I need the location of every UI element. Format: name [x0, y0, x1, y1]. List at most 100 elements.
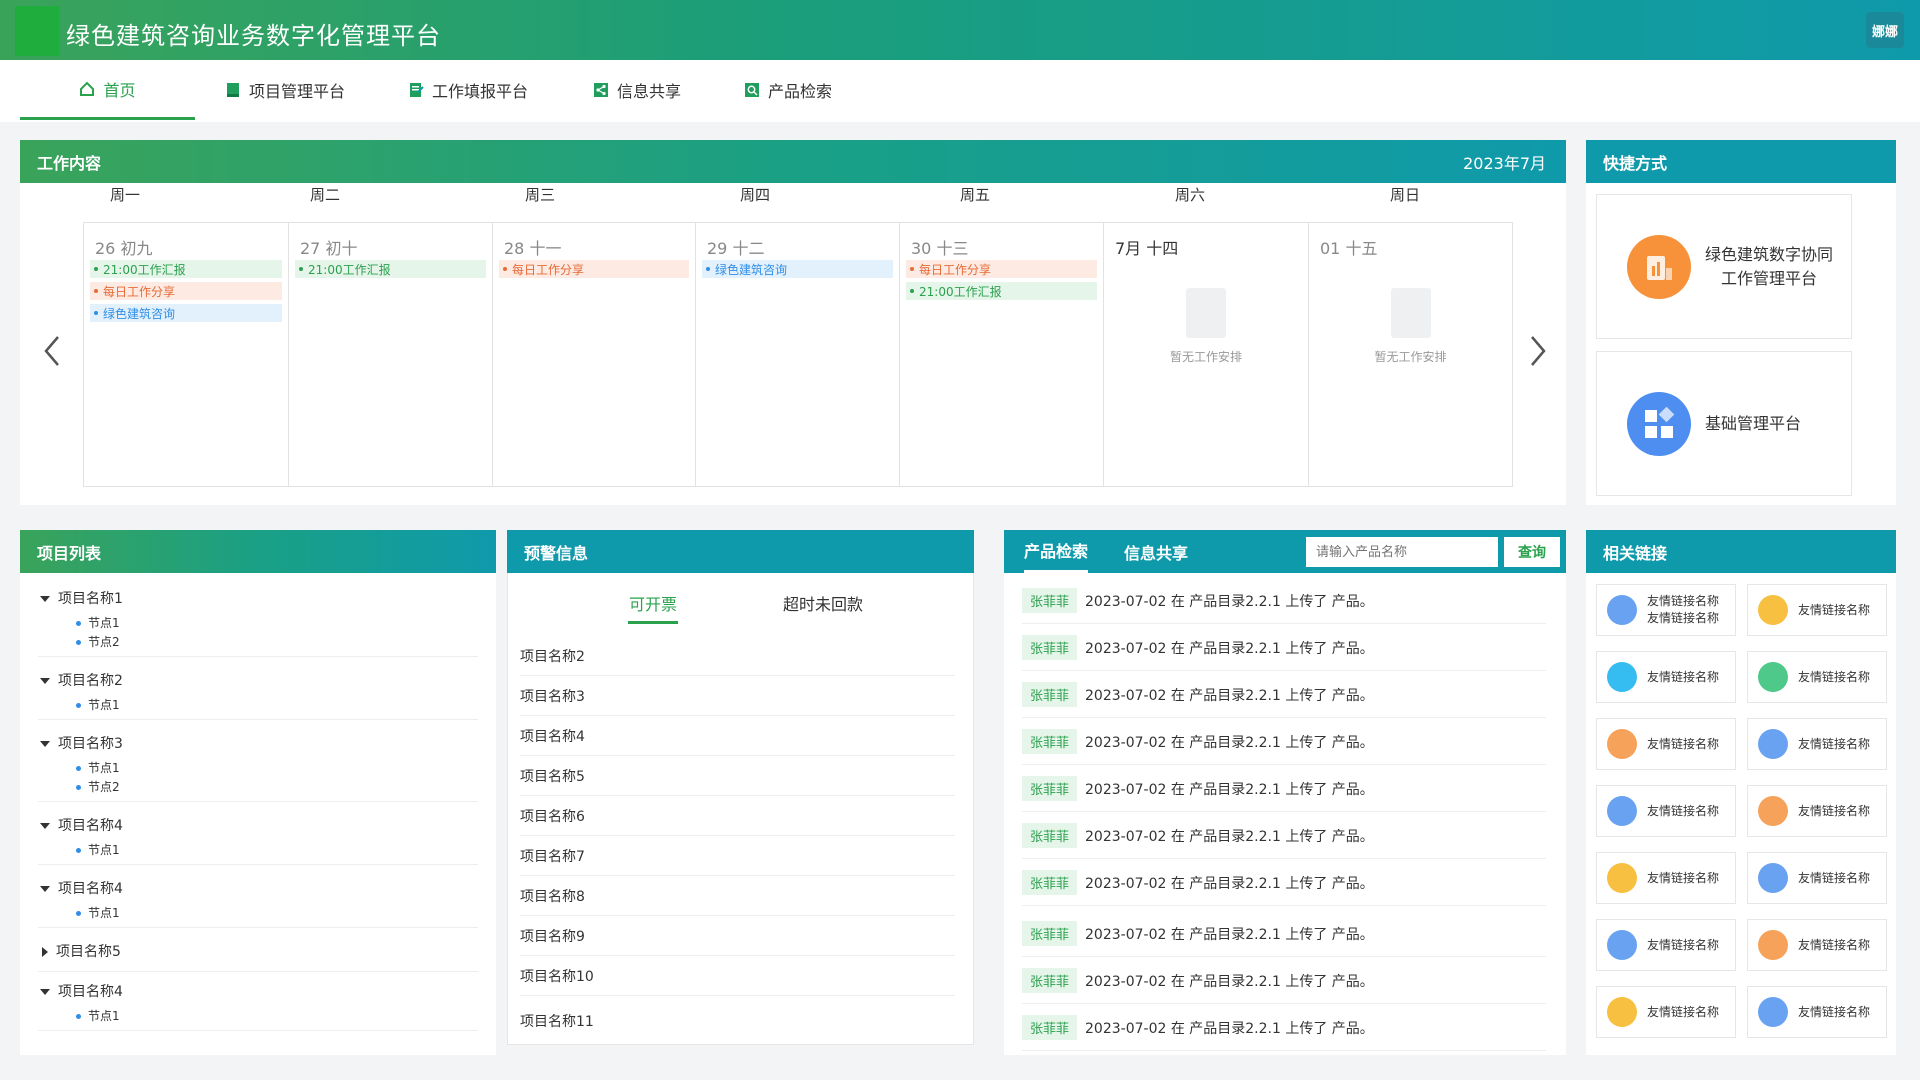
empty-text: 暂无工作安排 — [1374, 350, 1447, 364]
warning-row[interactable]: 项目名称8 — [520, 876, 955, 916]
link-label: 友情链接名称 — [1798, 1004, 1871, 1019]
tree-project-item[interactable]: 项目名称5 — [40, 941, 121, 961]
product-log-row[interactable]: 张菲菲 2023-07-02 在 产品目录2.2.1 上传了 产品。 — [1022, 958, 1546, 1004]
tree-node-item[interactable]: 节点1 — [76, 696, 120, 713]
related-link-card[interactable]: 友情链接名称 — [1747, 852, 1887, 904]
tree-project-label: 项目名称1 — [58, 591, 123, 607]
nav-work-report[interactable]: 工作填报平台 — [408, 60, 528, 120]
related-link-card[interactable]: 友情链接名称 — [1596, 986, 1736, 1038]
product-log-row[interactable]: 张菲菲 2023-07-02 在 产品目录2.2.1 上传了 产品。 — [1022, 578, 1546, 624]
tab-info-share[interactable]: 信息共享 — [1124, 530, 1188, 573]
nav-info-share[interactable]: 信息共享 — [593, 60, 681, 120]
tree-project-label: 项目名称5 — [56, 944, 121, 960]
shortcut-label: 绿色建筑数字协同 — [1705, 244, 1834, 264]
user-tag: 张菲菲 — [1022, 588, 1078, 613]
warning-row[interactable]: 项目名称7 — [520, 836, 955, 876]
product-log-row[interactable]: 张菲菲 2023-07-02 在 产品目录2.2.1 上传了 产品。 — [1022, 625, 1546, 671]
related-link-card[interactable]: 友情链接名称 — [1596, 852, 1736, 904]
tree-project-item[interactable]: 项目名称1 — [40, 588, 123, 608]
tree-project-item[interactable]: 项目名称3 — [40, 733, 123, 753]
tree-project-item[interactable]: 项目名称4 — [40, 878, 123, 898]
next-week-button[interactable] — [1528, 334, 1548, 377]
related-links-panel: 相关链接 友情链接名称友情链接名称 友情链接名称 友情链接名称 友情链接名称 友情链接名… — [1586, 530, 1896, 1055]
empty-document-icon — [1186, 288, 1226, 338]
caret-down-icon[interactable] — [40, 989, 50, 995]
product-log-row[interactable]: 张菲菲 2023-07-02 在 产品目录2.2.1 上传了 产品。 — [1022, 1005, 1546, 1051]
calendar-event[interactable]: 21:00工作汇报 — [906, 282, 1097, 300]
product-log-row[interactable]: 张菲菲 2023-07-02 在 产品目录2.2.1 上传了 产品。 — [1022, 813, 1546, 859]
product-log-row[interactable]: 张菲菲 2023-07-02 在 产品目录2.2.1 上传了 产品。 — [1022, 860, 1546, 906]
warning-row[interactable]: 项目名称5 — [520, 756, 955, 796]
shortcut-base-platform[interactable]: 基础管理平台 — [1596, 351, 1852, 496]
related-link-card[interactable]: 友情链接名称 — [1596, 785, 1736, 837]
related-link-card[interactable]: 友情链接名称 — [1596, 718, 1736, 770]
calendar-event[interactable]: 21:00工作汇报 — [295, 260, 486, 278]
calendar-event[interactable]: 每日工作分享 — [499, 260, 689, 278]
tree-project-item[interactable]: 项目名称4 — [40, 981, 123, 1001]
warning-row[interactable]: 项目名称9 — [520, 916, 955, 956]
related-link-card[interactable]: 友情链接名称友情链接名称 — [1596, 584, 1736, 636]
related-link-card[interactable]: 友情链接名称 — [1596, 651, 1736, 703]
tab-overdue-payment[interactable]: 超时未回款 — [768, 591, 878, 615]
tree-divider — [38, 656, 478, 657]
tree-node-item[interactable]: 节点1 — [76, 759, 120, 776]
caret-down-icon[interactable] — [40, 741, 50, 747]
calendar-event[interactable]: 21:00工作汇报 — [90, 260, 282, 278]
caret-right-icon[interactable] — [42, 947, 48, 957]
calendar-event[interactable]: 绿色建筑咨询 — [702, 260, 893, 278]
calendar-event[interactable]: 每日工作分享 — [906, 260, 1097, 278]
warning-row[interactable]: 项目名称3 — [520, 676, 955, 716]
related-link-card[interactable]: 友情链接名称 — [1747, 986, 1887, 1038]
related-link-card[interactable]: 友情链接名称 — [1747, 919, 1887, 971]
tree-node-item[interactable]: 节点1 — [76, 614, 120, 631]
calendar-day[interactable]: 28 十一 每日工作分享 — [493, 223, 696, 486]
caret-down-icon[interactable] — [40, 678, 50, 684]
calendar-day[interactable]: 26 初九 21:00工作汇报 每日工作分享 绿色建筑咨询 — [84, 223, 289, 486]
product-search-input[interactable] — [1306, 537, 1498, 567]
related-link-card[interactable]: 友情链接名称 — [1747, 718, 1887, 770]
weekday-label: 周日 — [1389, 186, 1420, 204]
warning-row[interactable]: 项目名称2 — [520, 636, 955, 676]
related-link-card[interactable]: 友情链接名称 — [1596, 919, 1736, 971]
tree-node-item[interactable]: 节点2 — [76, 633, 120, 650]
warning-row[interactable]: 项目名称6 — [520, 796, 955, 836]
tree-node-item[interactable]: 节点1 — [76, 904, 120, 921]
tab-invoiceable[interactable]: 可开票 — [618, 591, 688, 624]
nav-project-management[interactable]: 项目管理平台 — [225, 60, 345, 120]
calendar-day[interactable]: 30 十三 每日工作分享 21:00工作汇报 — [900, 223, 1104, 486]
warning-row[interactable]: 项目名称10 — [520, 956, 955, 996]
tree-node-item[interactable]: 节点1 — [76, 1007, 120, 1024]
calendar-event[interactable]: 每日工作分享 — [90, 282, 282, 300]
related-link-card[interactable]: 友情链接名称 — [1747, 584, 1887, 636]
log-text: 2023-07-02 在 产品目录2.2.1 上传了 产品。 — [1085, 1020, 1374, 1037]
tree-project-item[interactable]: 项目名称4 — [40, 815, 123, 835]
tree-project-item[interactable]: 项目名称2 — [40, 670, 123, 690]
nav-home[interactable]: 首页 — [20, 60, 195, 120]
related-link-card[interactable]: 友情链接名称 — [1747, 651, 1887, 703]
warning-row[interactable]: 项目名称11 — [520, 1001, 955, 1041]
tab-product-search[interactable]: 产品检索 — [1024, 530, 1089, 573]
product-log-row[interactable]: 张菲菲 2023-07-02 在 产品目录2.2.1 上传了 产品。 — [1022, 766, 1546, 812]
tree-node-item[interactable]: 节点1 — [76, 841, 120, 858]
calendar-grid: 26 初九 21:00工作汇报 每日工作分享 绿色建筑咨询 27 初十 21:00工作汇报… — [83, 222, 1513, 487]
search-button[interactable]: 查询 — [1504, 537, 1560, 567]
related-link-card[interactable]: 友情链接名称 — [1747, 785, 1887, 837]
calendar-day[interactable]: 01 十五 暂无工作安排 — [1309, 223, 1513, 486]
calendar-day[interactable]: 29 十二 绿色建筑咨询 — [696, 223, 900, 486]
product-log-row[interactable]: 张菲菲 2023-07-02 在 产品目录2.2.1 上传了 产品。 — [1022, 719, 1546, 765]
prev-week-button[interactable] — [42, 334, 62, 377]
calendar-day[interactable]: 27 初十 21:00工作汇报 — [289, 223, 493, 486]
product-log-row[interactable]: 张菲菲 2023-07-02 在 产品目录2.2.1 上传了 产品。 — [1022, 911, 1546, 957]
caret-down-icon[interactable] — [40, 596, 50, 602]
tree-project-label: 项目名称4 — [58, 818, 123, 834]
nav-product-search[interactable]: 产品检索 — [744, 60, 832, 120]
calendar-day[interactable]: 7月 十四 暂无工作安排 — [1104, 223, 1309, 486]
product-log-row[interactable]: 张菲菲 2023-07-02 在 产品目录2.2.1 上传了 产品。 — [1022, 672, 1546, 718]
tree-node-item[interactable]: 节点2 — [76, 778, 120, 795]
calendar-event[interactable]: 绿色建筑咨询 — [90, 304, 282, 322]
caret-down-icon[interactable] — [40, 823, 50, 829]
user-avatar[interactable]: 娜娜 — [1866, 12, 1904, 48]
shortcut-collab-platform[interactable]: 绿色建筑数字协同 工作管理平台 — [1596, 194, 1852, 339]
warning-row[interactable]: 项目名称4 — [520, 716, 955, 756]
caret-down-icon[interactable] — [40, 886, 50, 892]
